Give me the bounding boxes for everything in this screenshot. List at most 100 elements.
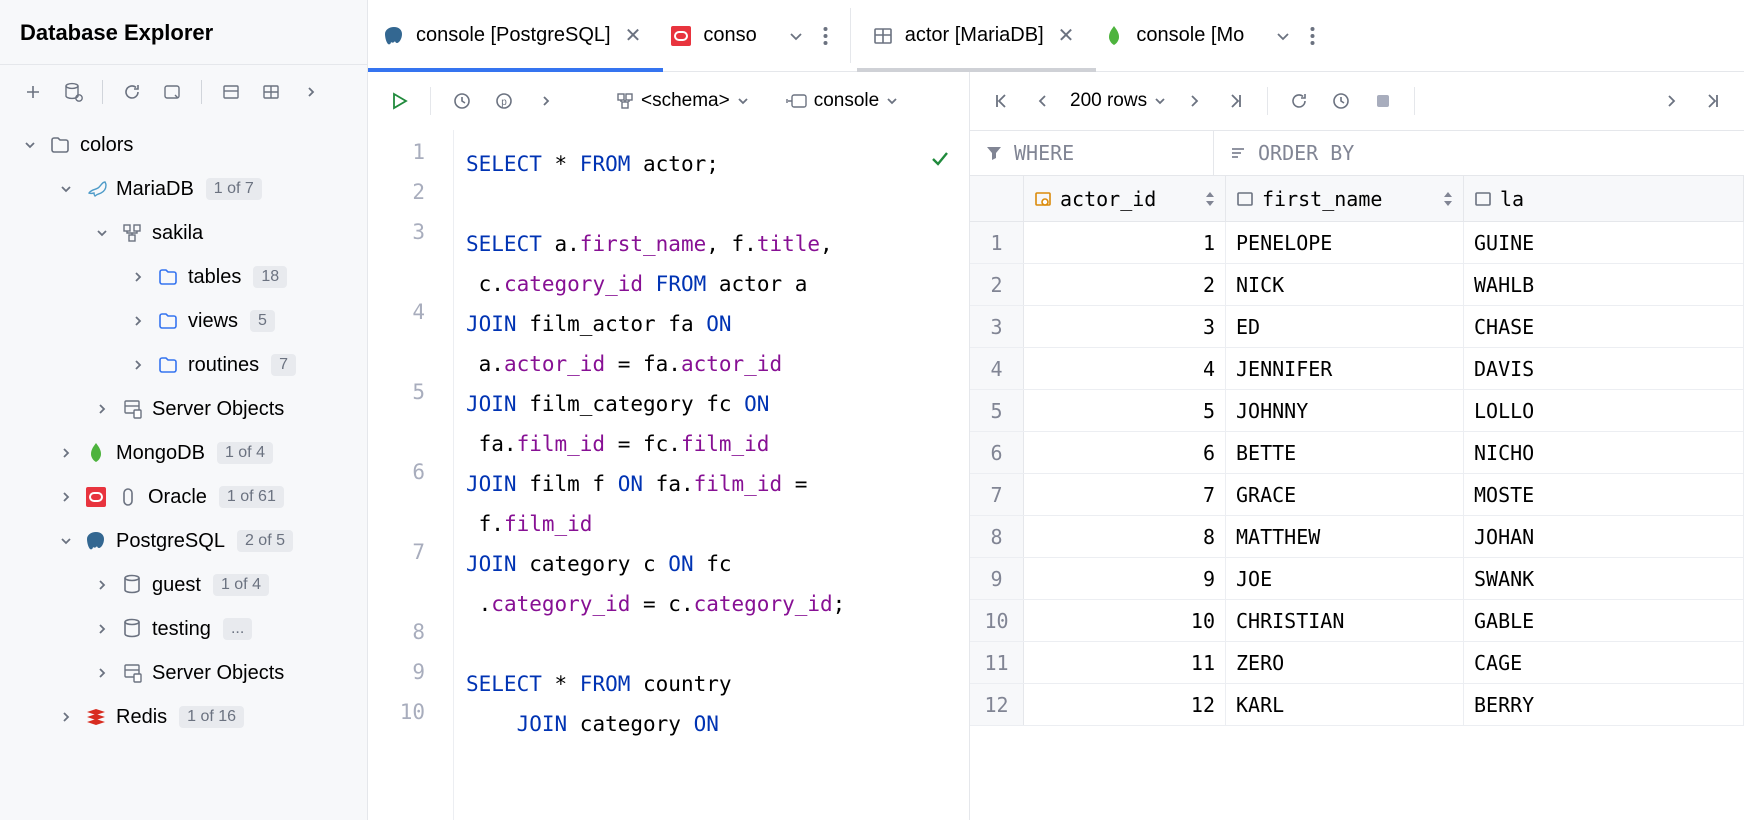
tree-node-postgresql[interactable]: PostgreSQL2 of 5: [8, 519, 359, 563]
chevron-down-icon[interactable]: [20, 135, 40, 155]
table-row[interactable]: 66BETTENICHO: [970, 432, 1744, 474]
cell-actor-id[interactable]: 12: [1024, 684, 1226, 725]
next-page-button[interactable]: [1179, 86, 1209, 116]
schema-selector[interactable]: <schema>: [615, 90, 750, 112]
cell-first-name[interactable]: JENNIFER: [1226, 348, 1464, 389]
table-row[interactable]: 11PENELOPEGUINE: [970, 222, 1744, 264]
tree-node-server-objects[interactable]: Server Objects: [8, 651, 359, 695]
table-row[interactable]: 1010CHRISTIANGABLE: [970, 600, 1744, 642]
tree-node-server-objects[interactable]: Server Objects: [8, 387, 359, 431]
cell-actor-id[interactable]: 5: [1024, 390, 1226, 431]
cell-last-name[interactable]: GUINE: [1464, 222, 1744, 263]
cell-last-name[interactable]: WAHLB: [1464, 264, 1744, 305]
table-row[interactable]: 44JENNIFERDAVIS: [970, 348, 1744, 390]
chevron-right-icon[interactable]: [92, 399, 112, 419]
cell-first-name[interactable]: MATTHEW: [1226, 516, 1464, 557]
cell-first-name[interactable]: ED: [1226, 306, 1464, 347]
cell-last-name[interactable]: CHASE: [1464, 306, 1744, 347]
tree-node-guest[interactable]: guest1 of 4: [8, 563, 359, 607]
chevron-right-icon[interactable]: [92, 575, 112, 595]
first-page-button[interactable]: [986, 86, 1016, 116]
cell-last-name[interactable]: GABLE: [1464, 600, 1744, 641]
cell-actor-id[interactable]: 11: [1024, 642, 1226, 683]
tree-node-oracle[interactable]: Oracle1 of 61: [8, 475, 359, 519]
cell-first-name[interactable]: JOHNNY: [1226, 390, 1464, 431]
datasource-properties-button[interactable]: [58, 77, 88, 107]
cell-last-name[interactable]: DAVIS: [1464, 348, 1744, 389]
tab-console-mo[interactable]: console [Mo: [1088, 0, 1258, 71]
table-row[interactable]: 1212KARLBERRY: [970, 684, 1744, 726]
orderby-filter[interactable]: ORDER BY: [1214, 131, 1368, 175]
cell-actor-id[interactable]: 4: [1024, 348, 1226, 389]
cell-last-name[interactable]: CAGE: [1464, 642, 1744, 683]
cell-actor-id[interactable]: 6: [1024, 432, 1226, 473]
cell-last-name[interactable]: MOSTE: [1464, 474, 1744, 515]
cell-actor-id[interactable]: 2: [1024, 264, 1226, 305]
chevron-right-icon[interactable]: [92, 619, 112, 639]
cell-last-name[interactable]: LOLLO: [1464, 390, 1744, 431]
target-selector[interactable]: console: [786, 90, 900, 112]
column-header-actor-id[interactable]: actor_id: [1024, 176, 1226, 221]
cell-last-name[interactable]: SWANK: [1464, 558, 1744, 599]
chevron-right-icon[interactable]: [92, 663, 112, 683]
run-button[interactable]: [384, 86, 414, 116]
editor-body[interactable]: 12345678910 SELECT * FROM actor; SELECT …: [368, 130, 969, 820]
cell-first-name[interactable]: ZERO: [1226, 642, 1464, 683]
table-row[interactable]: 1111ZEROCAGE: [970, 642, 1744, 684]
cell-first-name[interactable]: KARL: [1226, 684, 1464, 725]
tree-node-mariadb[interactable]: MariaDB1 of 7: [8, 167, 359, 211]
table-view-button[interactable]: [256, 77, 286, 107]
page-size-selector[interactable]: 200 rows: [1070, 90, 1167, 112]
pending-button[interactable]: [1326, 86, 1356, 116]
cell-actor-id[interactable]: 1: [1024, 222, 1226, 263]
diagram-button[interactable]: [216, 77, 246, 107]
tab-overflow-chevron[interactable]: [1274, 27, 1292, 45]
next-result-button[interactable]: [1656, 86, 1686, 116]
database-tree[interactable]: colorsMariaDB1 of 7sakilatables18views5r…: [0, 119, 367, 820]
cell-last-name[interactable]: JOHAN: [1464, 516, 1744, 557]
last-result-button[interactable]: [1698, 86, 1728, 116]
chevron-right-icon[interactable]: [56, 707, 76, 727]
chevron-right-icon[interactable]: [56, 487, 76, 507]
tab-conso[interactable]: conso: [655, 0, 770, 71]
table-row[interactable]: 77GRACEMOSTE: [970, 474, 1744, 516]
table-row[interactable]: 33EDCHASE: [970, 306, 1744, 348]
add-datasource-button[interactable]: [18, 77, 48, 107]
table-row[interactable]: 99JOESWANK: [970, 558, 1744, 600]
close-icon[interactable]: ✕: [1058, 23, 1075, 48]
cell-actor-id[interactable]: 7: [1024, 474, 1226, 515]
tree-node-mongodb[interactable]: MongoDB1 of 4: [8, 431, 359, 475]
stop-button[interactable]: [1368, 86, 1398, 116]
reload-button[interactable]: [1284, 86, 1314, 116]
chevron-right-icon[interactable]: [128, 311, 148, 331]
cell-actor-id[interactable]: 10: [1024, 600, 1226, 641]
tab-overflow-more[interactable]: [823, 26, 828, 46]
tx-settings-button[interactable]: p: [489, 86, 519, 116]
tab-overflow-chevron[interactable]: [787, 27, 805, 45]
chevron-right-icon[interactable]: [128, 267, 148, 287]
prev-page-button[interactable]: [1028, 86, 1058, 116]
cell-first-name[interactable]: BETTE: [1226, 432, 1464, 473]
table-row[interactable]: 55JOHNNYLOLLO: [970, 390, 1744, 432]
jump-to-console-button[interactable]: [157, 77, 187, 107]
more-button[interactable]: [296, 77, 326, 107]
tree-node-routines[interactable]: routines7: [8, 343, 359, 387]
sql-code[interactable]: SELECT * FROM actor; SELECT a.first_name…: [454, 130, 969, 820]
table-row[interactable]: 22NICKWAHLB: [970, 264, 1744, 306]
cell-actor-id[interactable]: 9: [1024, 558, 1226, 599]
tree-node-sakila[interactable]: sakila: [8, 211, 359, 255]
history-button[interactable]: [447, 86, 477, 116]
where-filter[interactable]: WHERE: [970, 131, 1214, 175]
cell-first-name[interactable]: JOE: [1226, 558, 1464, 599]
cell-first-name[interactable]: GRACE: [1226, 474, 1464, 515]
tree-node-colors[interactable]: colors: [8, 123, 359, 167]
chevron-down-icon[interactable]: [92, 223, 112, 243]
chevron-down-icon[interactable]: [56, 179, 76, 199]
chevron-right-icon[interactable]: [128, 355, 148, 375]
tree-node-views[interactable]: views5: [8, 299, 359, 343]
tree-node-redis[interactable]: Redis1 of 16: [8, 695, 359, 739]
tab-console-postgresql-[interactable]: console [PostgreSQL]✕: [368, 0, 655, 71]
cell-last-name[interactable]: NICHO: [1464, 432, 1744, 473]
column-header-first-name[interactable]: first_name: [1226, 176, 1464, 221]
last-page-button[interactable]: [1221, 86, 1251, 116]
